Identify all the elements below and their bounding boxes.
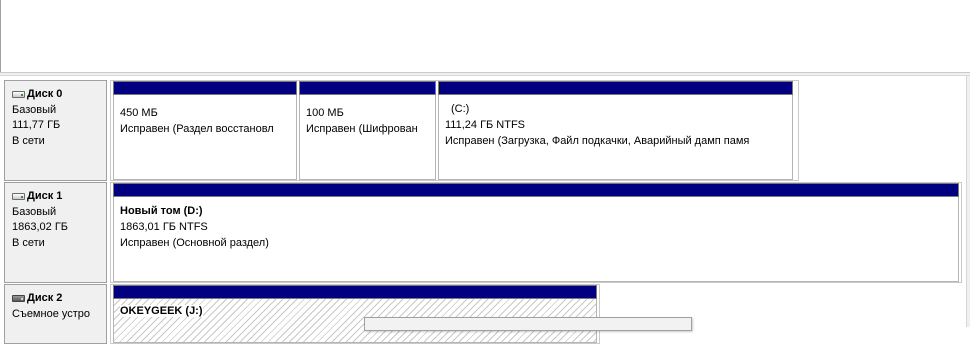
partition-status: Исправен (Раздел восстановл	[120, 123, 274, 135]
disk-info-0[interactable]: Диск 0 Базовый 111,77 ГБ В сети	[4, 80, 107, 181]
disk-status: В сети	[12, 236, 45, 249]
partition-j[interactable]: OKEYGEEK (J:)	[113, 285, 597, 343]
disk-size: 111,77 ГБ	[12, 119, 61, 131]
partition-band	[438, 81, 793, 95]
disk-row-0: Диск 0 Базовый 111,77 ГБ В сети 450 МБ И…	[4, 80, 966, 181]
partition-label: Новый том (D:)	[120, 205, 203, 217]
partition-label: OKEYGEEK (J:)	[120, 305, 203, 317]
disk-type: Съемное устро	[12, 307, 91, 320]
context-menu[interactable]	[364, 317, 692, 331]
partition-size: 450 МБ	[120, 107, 158, 119]
disk-name: Диск 0	[27, 88, 63, 100]
disk-partitions-0: 450 МБ Исправен (Раздел восстановл 100 М…	[110, 80, 799, 181]
disk-size: 1863,02 ГБ	[12, 221, 68, 233]
partition-status: Исправен (Шифрован	[306, 123, 418, 135]
partition-d[interactable]: Новый том (D:) 1863,01 ГБ NTFS Исправен …	[113, 183, 959, 282]
disk-partitions-2: OKEYGEEK (J:)	[110, 284, 600, 344]
disk-type: Базовый	[12, 103, 57, 116]
disk-name: Диск 2	[27, 292, 63, 304]
disk-info-2[interactable]: Диск 2 Съемное устро	[4, 284, 107, 344]
disk-info-1[interactable]: Диск 1 Базовый 1863,02 ГБ В сети	[4, 182, 107, 283]
hard-disk-icon	[12, 91, 25, 99]
disk-row-2: Диск 2 Съемное устро OKEYGEEK (J:)	[4, 284, 966, 344]
partition-size: 1863,01 ГБ NTFS	[120, 221, 208, 233]
hard-disk-icon	[12, 193, 25, 201]
disk-partitions-1: Новый том (D:) 1863,01 ГБ NTFS Исправен …	[110, 182, 962, 283]
partition-label: (C:)	[451, 103, 470, 115]
partition-band	[113, 183, 959, 197]
vertical-scrollbar[interactable]	[966, 76, 970, 327]
disk-type: Базовый	[12, 205, 57, 218]
partition-c[interactable]: (C:) 111,24 ГБ NTFS Исправен (Загрузка, …	[438, 81, 793, 180]
partition-band	[113, 285, 597, 299]
disk-row-1: Диск 1 Базовый 1863,02 ГБ В сети Новый т…	[4, 182, 966, 283]
volume-list-pane[interactable]	[0, 0, 970, 72]
partition-band	[113, 81, 297, 95]
disk-name: Диск 1	[27, 190, 63, 202]
disk-status: В сети	[12, 134, 45, 147]
disk-map-pane: Диск 0 Базовый 111,77 ГБ В сети 450 МБ И…	[0, 76, 970, 344]
partition-size: 111,24 ГБ NTFS	[445, 119, 526, 131]
partition-recovery[interactable]: 450 МБ Исправен (Раздел восстановл	[113, 81, 297, 180]
partition-size: 100 МБ	[306, 107, 344, 119]
partition-status: Исправен (Загрузка, Файл подкачки, Авари…	[445, 135, 750, 147]
partition-status: Исправен (Основной раздел)	[120, 237, 269, 249]
partition-band	[299, 81, 436, 95]
removable-disk-icon	[12, 295, 25, 303]
partition-efi[interactable]: 100 МБ Исправен (Шифрован	[299, 81, 436, 180]
